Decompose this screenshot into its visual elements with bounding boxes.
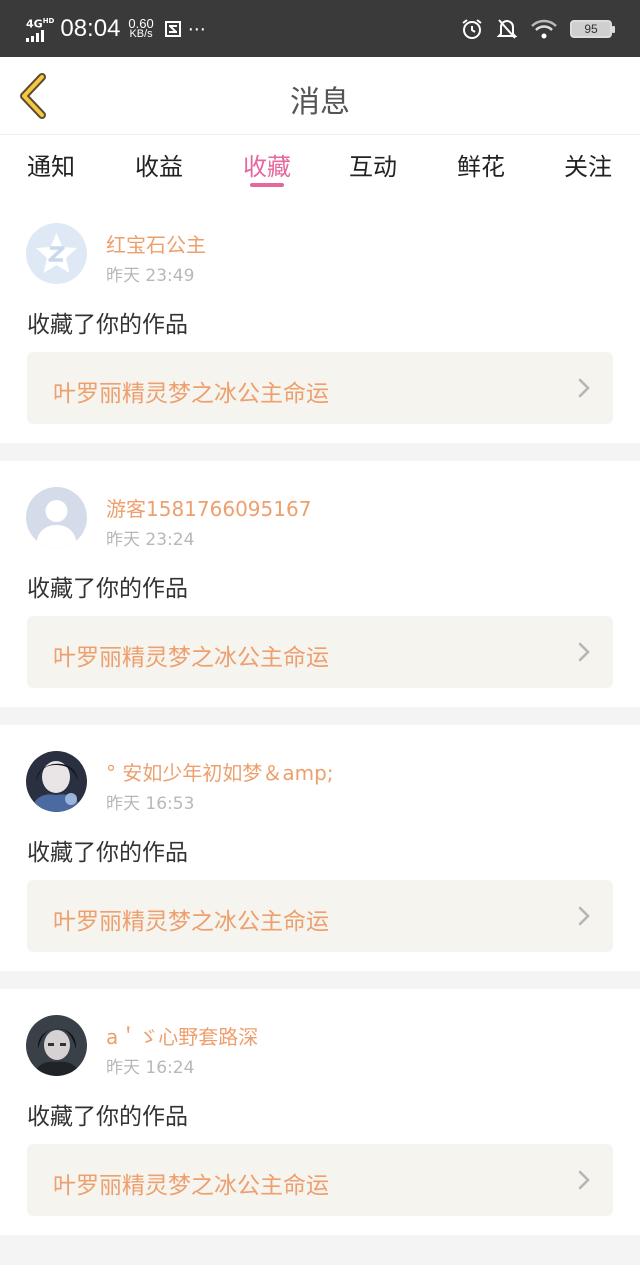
battery-indicator: 95	[570, 20, 615, 38]
action-text: 收藏了你的作品	[27, 312, 188, 338]
chevron-right-icon	[578, 1170, 590, 1190]
work-title: 叶罗丽精灵梦之冰公主命运	[53, 1173, 329, 1199]
work-link[interactable]: 叶罗丽精灵梦之冰公主命运	[27, 352, 613, 424]
list-item: 游客1581766095167 昨天 23:24 收藏了你的作品 叶罗丽精灵梦之…	[0, 461, 640, 707]
work-title: 叶罗丽精灵梦之冰公主命运	[53, 645, 329, 671]
tab-favorites[interactable]: 收藏	[227, 147, 307, 182]
chevron-right-icon	[578, 642, 590, 662]
tab-earnings[interactable]: 收益	[119, 147, 199, 182]
wifi-icon	[531, 19, 557, 39]
timestamp: 昨天 16:53	[106, 794, 195, 814]
list-item: a＇ゞ心野套路深 昨天 16:24 收藏了你的作品 叶罗丽精灵梦之冰公主命运	[0, 989, 640, 1235]
list-item: ° 安如少年初如梦＆amp; 昨天 16:53 收藏了你的作品 叶罗丽精灵梦之冰…	[0, 725, 640, 971]
avatar[interactable]	[26, 223, 87, 284]
tab-flowers[interactable]: 鲜花	[441, 147, 521, 182]
action-text: 收藏了你的作品	[27, 1104, 188, 1130]
action-text: 收藏了你的作品	[27, 576, 188, 602]
status-bar: 4GHD 08:04 0.60 KB/s ⋯ 95	[0, 0, 640, 57]
avatar[interactable]	[26, 1015, 87, 1076]
timestamp: 昨天 23:49	[106, 266, 195, 286]
network-speed: 0.60 KB/s	[128, 16, 154, 40]
divider	[0, 971, 640, 989]
work-link[interactable]: 叶罗丽精灵梦之冰公主命运	[27, 880, 613, 952]
active-tab-indicator	[250, 183, 284, 187]
list-item: 红宝石公主 昨天 23:49 收藏了你的作品 叶罗丽精灵梦之冰公主命运	[0, 197, 640, 443]
username[interactable]: 红宝石公主	[106, 229, 206, 258]
work-title: 叶罗丽精灵梦之冰公主命运	[53, 909, 329, 935]
signal-indicator: 4GHD	[26, 16, 54, 42]
qq-default-avatar-icon	[26, 223, 87, 284]
user-photo-avatar-icon	[26, 751, 87, 812]
timestamp: 昨天 16:24	[106, 1058, 195, 1078]
alarm-icon	[462, 19, 482, 39]
avatar[interactable]	[26, 751, 87, 812]
username[interactable]: a＇ゞ心野套路深	[106, 1021, 258, 1050]
avatar[interactable]	[26, 487, 87, 548]
divider	[0, 443, 640, 461]
app-notification-icon	[164, 21, 181, 37]
default-person-avatar-icon	[26, 487, 87, 548]
message-list: 红宝石公主 昨天 23:49 收藏了你的作品 叶罗丽精灵梦之冰公主命运 游客15…	[0, 197, 640, 1265]
username[interactable]: ° 安如少年初如梦＆amp;	[106, 757, 334, 786]
category-tabs: 通知 收益 收藏 互动 鲜花 关注	[0, 135, 640, 197]
top-nav-bar: 消息	[0, 57, 640, 135]
tab-interactions[interactable]: 互动	[333, 147, 413, 182]
more-notifications-icon: ⋯	[187, 18, 206, 40]
signal-bars-icon	[26, 29, 44, 42]
tab-following[interactable]: 关注	[548, 147, 628, 182]
divider	[0, 707, 640, 725]
tab-notifications[interactable]: 通知	[11, 147, 91, 182]
work-title: 叶罗丽精灵梦之冰公主命运	[53, 381, 329, 407]
page-title: 消息	[290, 85, 350, 120]
username[interactable]: 游客1581766095167	[106, 493, 311, 522]
divider	[0, 1235, 640, 1265]
timestamp: 昨天 23:24	[106, 530, 195, 550]
clock: 08:04	[60, 15, 121, 42]
work-link[interactable]: 叶罗丽精灵梦之冰公主命运	[27, 1144, 613, 1216]
action-text: 收藏了你的作品	[27, 840, 188, 866]
user-photo-avatar-icon	[26, 1015, 87, 1076]
chevron-right-icon	[578, 906, 590, 926]
chevron-right-icon	[578, 378, 590, 398]
work-link[interactable]: 叶罗丽精灵梦之冰公主命运	[27, 616, 613, 688]
mute-bell-icon	[496, 19, 518, 39]
